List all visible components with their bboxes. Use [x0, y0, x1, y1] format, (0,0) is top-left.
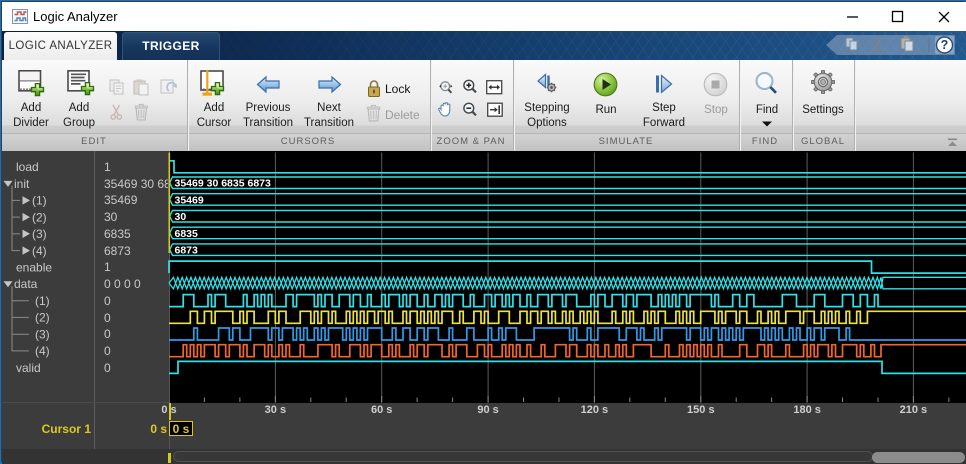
- svg-text:30: 30: [175, 211, 187, 223]
- svg-text:6873: 6873: [175, 245, 199, 257]
- svg-text:6835: 6835: [175, 228, 199, 240]
- svg-text:?: ?: [941, 38, 949, 52]
- svg-text:35469: 35469: [175, 194, 204, 206]
- svg-text:35469 30 6835 6873: 35469 30 6835 6873: [175, 178, 272, 190]
